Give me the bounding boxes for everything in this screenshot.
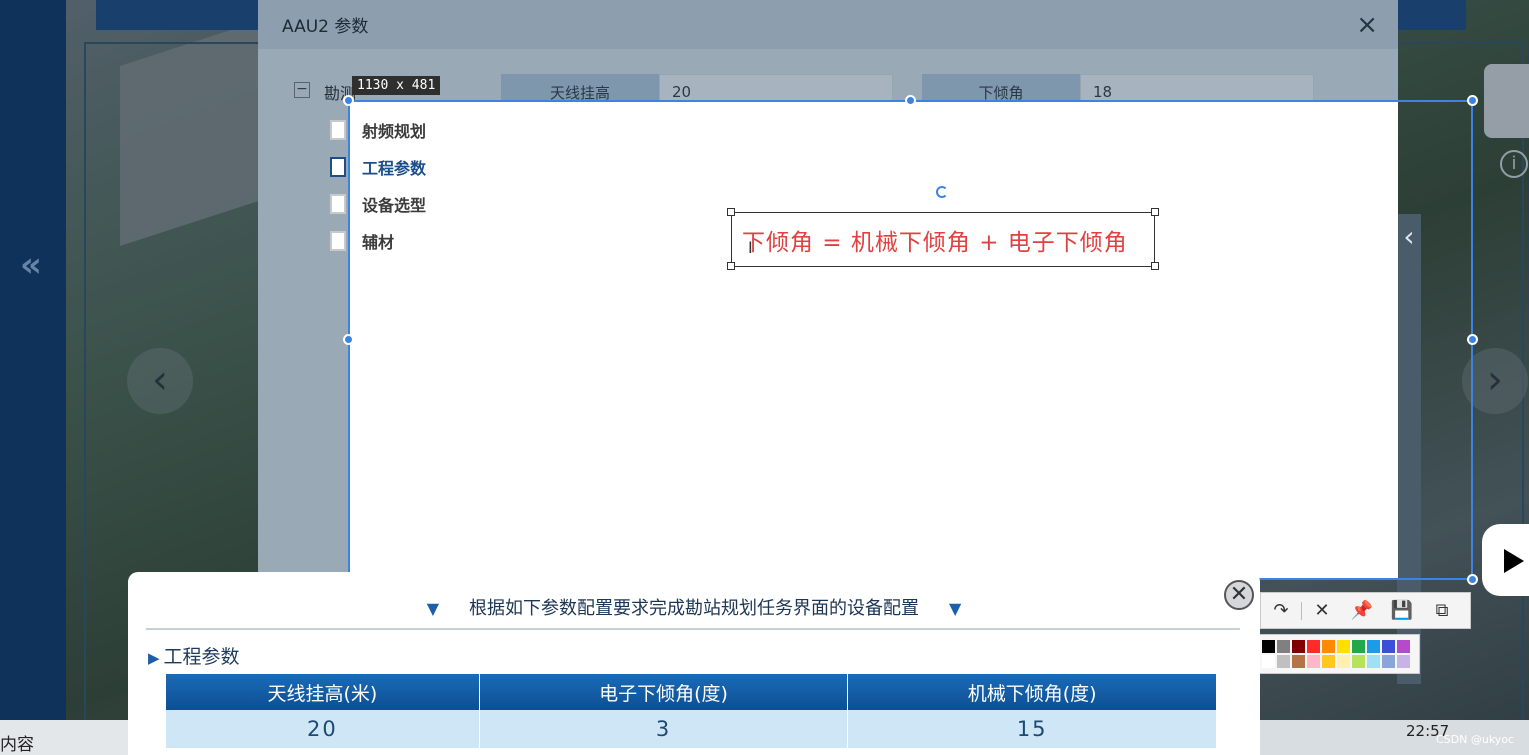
- color-palette: [1256, 634, 1420, 674]
- pin-icon[interactable]: 📌: [1342, 593, 1382, 628]
- save-icon[interactable]: 💾: [1382, 593, 1422, 628]
- color-swatch[interactable]: [1367, 640, 1380, 653]
- column-header: 机械下倾角(度): [847, 674, 1217, 710]
- close-icon[interactable]: ✕: [1302, 593, 1342, 628]
- sidebar-item-engineering-params[interactable]: 工程参数: [330, 155, 426, 179]
- dialog-header: AAU2 参数: [258, 0, 1398, 49]
- params-table: 天线挂高(米) 电子下倾角(度) 机械下倾角(度) 20 3 15: [166, 674, 1217, 748]
- document-icon: [330, 120, 346, 140]
- color-swatch[interactable]: [1337, 655, 1350, 668]
- sidebar-item-label: 设备选型: [362, 196, 427, 215]
- resize-handle-nw[interactable]: [343, 95, 354, 106]
- section-title-text: 工程参数: [163, 646, 240, 668]
- color-swatch[interactable]: [1352, 655, 1365, 668]
- resize-handle-n[interactable]: [905, 95, 916, 106]
- sidebar-item-rf-planning[interactable]: 射频规划: [330, 118, 426, 142]
- sidebar-item-equipment[interactable]: 设备选型: [330, 192, 426, 216]
- color-swatch[interactable]: [1292, 640, 1305, 653]
- color-swatch[interactable]: [1352, 640, 1365, 653]
- watermark: CSDN @ukyoc: [1436, 733, 1515, 746]
- dialog-title: AAU2 参数: [282, 17, 369, 37]
- color-swatch[interactable]: [1382, 640, 1395, 653]
- table-cell: 15: [847, 710, 1217, 748]
- tree-collapse-icon[interactable]: −: [294, 82, 310, 98]
- triangle-right-icon: ▶: [148, 649, 160, 667]
- color-swatch[interactable]: [1262, 655, 1275, 668]
- sidebar-item-label: 工程参数: [362, 159, 427, 178]
- color-swatch[interactable]: [1337, 640, 1350, 653]
- document-icon: [330, 157, 346, 177]
- color-swatch[interactable]: [1307, 655, 1320, 668]
- divider: [146, 628, 1240, 630]
- table-row: 20 3 15: [166, 710, 1217, 748]
- redo-icon[interactable]: ↷: [1261, 593, 1301, 628]
- text-cursor-icon: I: [748, 238, 753, 257]
- capture-selection[interactable]: [348, 100, 1473, 580]
- document-icon: [330, 231, 346, 251]
- color-swatch[interactable]: [1307, 640, 1320, 653]
- text-box-handle[interactable]: [1151, 208, 1159, 216]
- color-swatch[interactable]: [1292, 655, 1305, 668]
- video-play-icon[interactable]: [1482, 524, 1529, 596]
- section-title: ▶ 工程参数: [148, 642, 240, 669]
- task-title-text: 根据如下参数配置要求完成勘站规划任务界面的设备配置: [469, 598, 919, 619]
- bottom-left-strip: 内容: [0, 720, 128, 755]
- resize-handle-w[interactable]: [343, 334, 354, 345]
- task-panel: ▼ 根据如下参数配置要求完成勘站规划任务界面的设备配置 ▼ ✕ ▶ 工程参数 天线挂高…: [128, 572, 1260, 755]
- color-swatch[interactable]: [1277, 640, 1290, 653]
- table-cell: 3: [479, 710, 849, 748]
- sidebar-item-label: 辅材: [362, 233, 395, 252]
- partial-text: 内容: [0, 735, 34, 755]
- resize-handle-se[interactable]: [1467, 574, 1478, 585]
- text-annotation-box[interactable]: 下倾角 = 机械下倾角 + 电子下倾角: [731, 212, 1155, 267]
- text-annotation[interactable]: 下倾角 = 机械下倾角 + 电子下倾角: [742, 223, 1128, 257]
- sidebar-item-materials[interactable]: 辅材: [330, 229, 394, 253]
- copy-icon[interactable]: ⧉: [1422, 593, 1462, 628]
- triangle-down-icon: ▼: [426, 599, 439, 618]
- color-swatch[interactable]: [1277, 655, 1290, 668]
- annotation-toolbar: ↷ ✕ 📌 💾 ⧉: [1260, 592, 1471, 629]
- table-cell: 20: [166, 710, 480, 748]
- text-box-handle[interactable]: [727, 208, 735, 216]
- text-box-handle[interactable]: [727, 262, 735, 270]
- task-title: ▼ 根据如下参数配置要求完成勘站规划任务界面的设备配置 ▼: [128, 594, 1260, 620]
- column-header: 电子下倾角(度): [479, 674, 849, 710]
- rotate-icon[interactable]: [936, 186, 948, 198]
- color-swatch[interactable]: [1262, 640, 1275, 653]
- close-icon[interactable]: ×: [1356, 10, 1378, 40]
- selection-size-label: 1130 x 481: [352, 76, 441, 95]
- triangle-down-icon: ▼: [949, 599, 962, 618]
- sidebar-item-label: 射频规划: [362, 122, 427, 141]
- color-swatch[interactable]: [1322, 640, 1335, 653]
- resize-handle-ne[interactable]: [1467, 95, 1478, 106]
- color-swatch[interactable]: [1382, 655, 1395, 668]
- column-header: 天线挂高(米): [166, 674, 480, 710]
- resize-handle-e[interactable]: [1467, 334, 1478, 345]
- color-swatch[interactable]: [1367, 655, 1380, 668]
- table-header-row: 天线挂高(米) 电子下倾角(度) 机械下倾角(度): [166, 674, 1217, 710]
- close-icon[interactable]: ✕: [1224, 580, 1254, 610]
- color-swatch[interactable]: [1397, 655, 1410, 668]
- color-swatch[interactable]: [1322, 655, 1335, 668]
- color-swatch[interactable]: [1397, 640, 1410, 653]
- text-box-handle[interactable]: [1151, 262, 1159, 270]
- document-icon: [330, 194, 346, 214]
